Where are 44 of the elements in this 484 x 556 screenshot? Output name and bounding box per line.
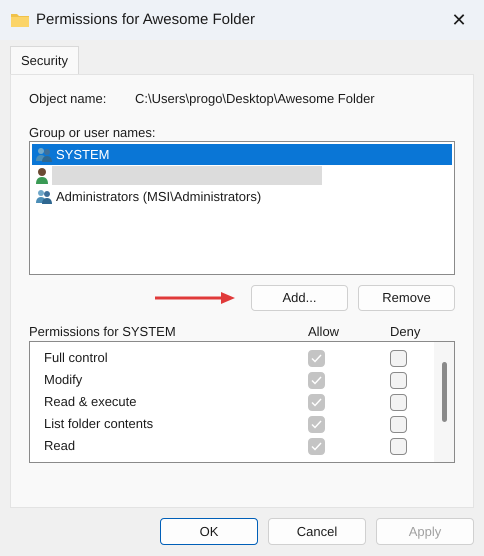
checkmark-icon — [311, 376, 322, 384]
section-label: Permissions for SYSTEM — [29, 323, 177, 342]
dialog-button[interactable]: Cancel — [268, 518, 366, 545]
checkmark-icon — [311, 420, 322, 428]
deny-checkbox[interactable] — [390, 372, 407, 388]
close-button[interactable]: ✕ — [444, 6, 474, 34]
user-list-item[interactable]: Administrators (MSI\Administrators) — [32, 186, 452, 207]
tab[interactable]: Security — [10, 46, 79, 74]
window-title: Permissions for Awesome Folder — [36, 10, 256, 30]
deny-checkbox[interactable] — [390, 350, 407, 366]
object-path: C:\Users\progo\Desktop\Awesome Folder — [135, 90, 375, 108]
field-label: Object name: — [29, 90, 108, 108]
permission-name: Read — [44, 437, 76, 456]
permission-name: Modify — [44, 371, 84, 390]
user-name: Administrators (MSI\Administrators) — [56, 188, 262, 206]
permission-name: Read & execute — [44, 393, 138, 412]
users-icon — [35, 188, 53, 204]
allow-checkbox[interactable] — [308, 394, 325, 410]
allow-checkbox[interactable] — [308, 438, 325, 454]
checkmark-icon — [311, 398, 322, 406]
checkmark-icon — [311, 442, 322, 450]
list-button[interactable]: Remove — [358, 285, 455, 311]
scrollbar[interactable] — [434, 342, 454, 462]
deny-checkbox[interactable] — [390, 416, 407, 432]
arrow-icon — [155, 291, 237, 305]
users-icon — [35, 146, 53, 162]
user-list-item[interactable]: SYSTEM — [32, 144, 452, 165]
scroll-thumb[interactable] — [442, 362, 446, 422]
column-header: Allow — [308, 323, 340, 342]
permission-name: List folder contents — [44, 415, 154, 434]
user-icon — [35, 166, 49, 184]
dialog-button[interactable]: OK — [160, 518, 258, 545]
section-label: Group or user names: — [29, 124, 156, 141]
allow-checkbox[interactable] — [308, 350, 325, 366]
checkmark-icon — [311, 354, 322, 362]
deny-checkbox[interactable] — [390, 394, 407, 410]
permission-name: Full control — [44, 349, 109, 368]
deny-checkbox[interactable] — [390, 438, 407, 454]
allow-checkbox[interactable] — [308, 372, 325, 388]
allow-checkbox[interactable] — [308, 416, 325, 432]
column-header: Deny — [390, 323, 420, 342]
list-button[interactable]: Add... — [251, 285, 348, 311]
folder-icon — [10, 12, 30, 28]
user-name: SYSTEM — [56, 146, 110, 164]
